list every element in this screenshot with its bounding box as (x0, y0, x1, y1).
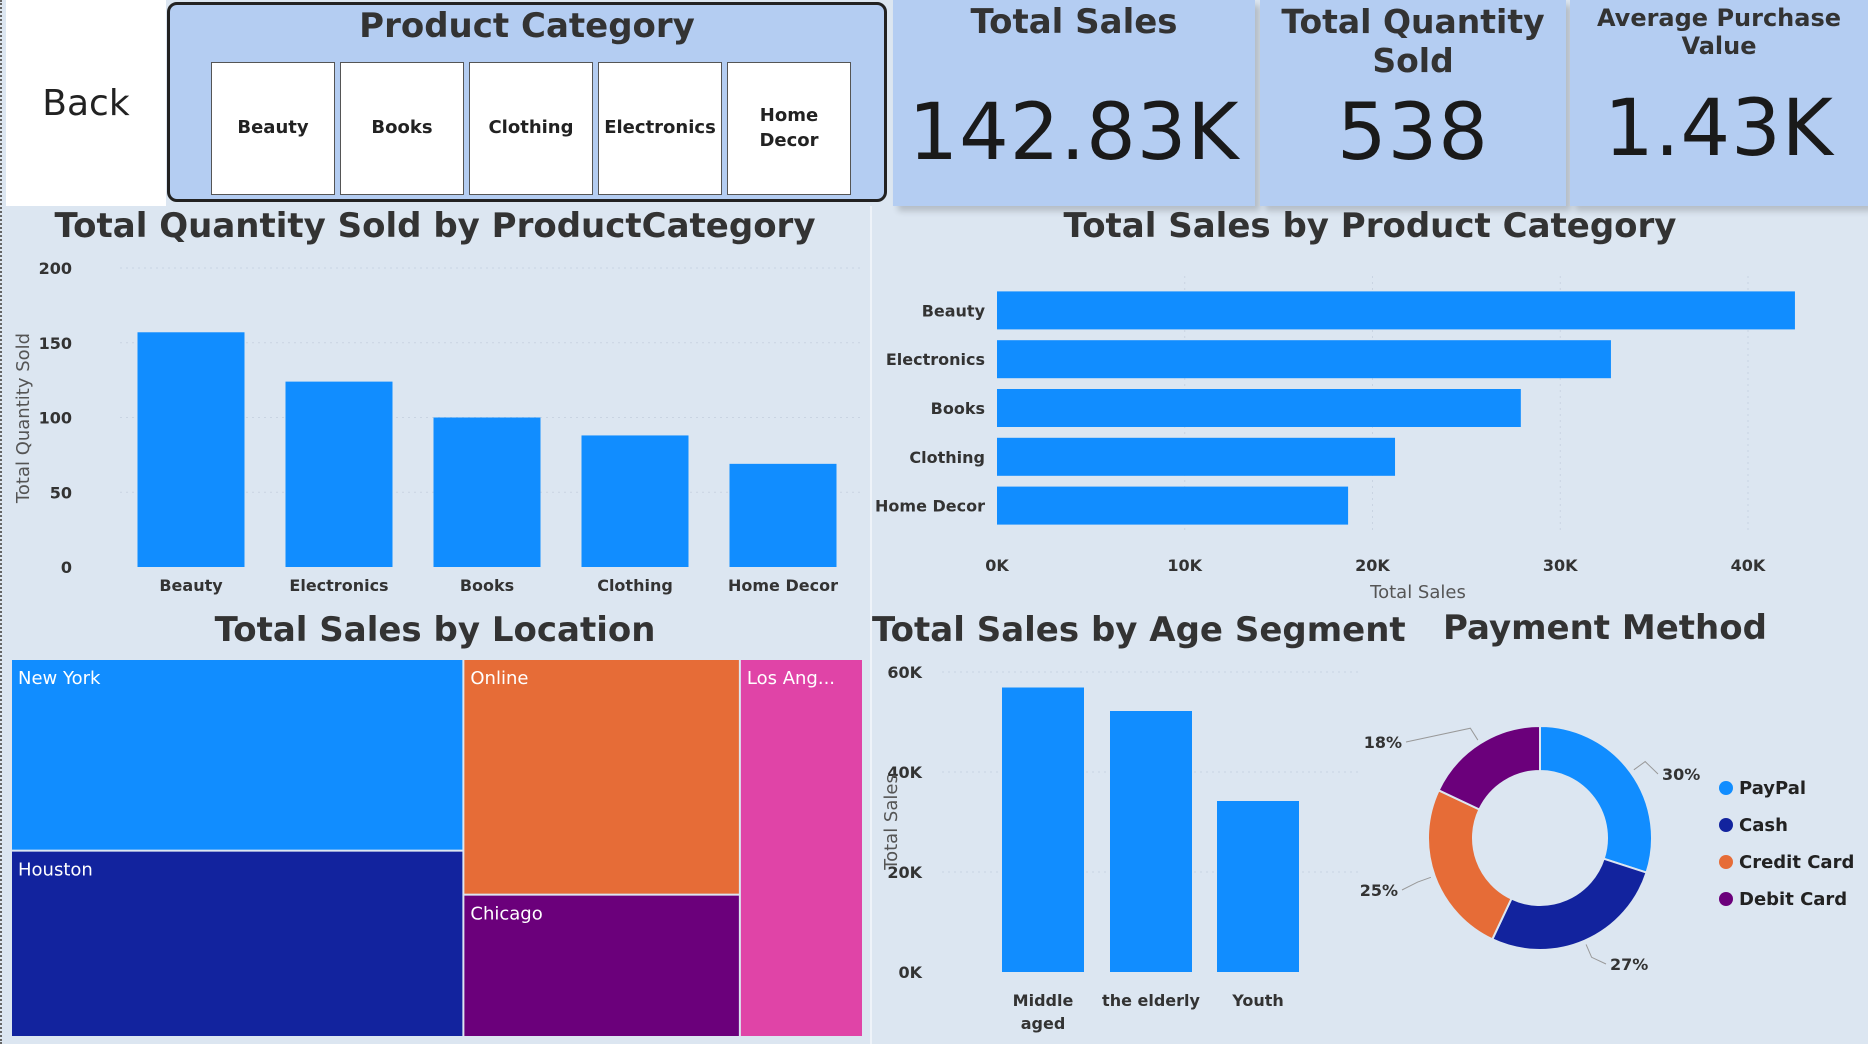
bar (1110, 711, 1192, 972)
y-tick-label: 0K (898, 963, 922, 982)
bar (997, 437, 1396, 476)
chart-title-sales-by-category: Total Sales by Product Category (1063, 206, 1677, 246)
legend-label: Cash (1739, 815, 1788, 836)
kpi-title: Average Purchase Value (1596, 4, 1842, 60)
bar (285, 381, 393, 567)
bar (137, 332, 245, 567)
bar (1002, 687, 1084, 972)
leader-line (1585, 944, 1607, 965)
kpi-title: Total Quantity Sold (1281, 2, 1545, 80)
y-tick-label: 0 (61, 558, 72, 577)
y-tick-label: Clothing (909, 448, 985, 467)
legend-marker (1719, 892, 1733, 906)
kpi-title: Total Sales (970, 2, 1178, 42)
y-tick-label: 60K (887, 663, 922, 682)
leader-line (1401, 876, 1432, 891)
slicer-option-home-decor[interactable]: Home Decor (727, 62, 851, 195)
x-tick-label: 10K (1167, 556, 1202, 575)
slicer-option-clothing[interactable]: Clothing (469, 62, 593, 195)
data-label: 27% (1610, 955, 1648, 974)
sales-category-bar-chart: 0K 10K 20K 30K 40K Beauty Electronics Books Clot… (875, 276, 1795, 603)
y-axis-title: Total Quantity Sold (13, 333, 34, 504)
kpi-value: 142.83K (908, 88, 1240, 178)
data-label: 25% (1360, 881, 1398, 900)
legend-marker (1719, 855, 1733, 869)
kpi-total-sales: Total Sales 142.83K (893, 0, 1255, 206)
donut-slice (1539, 724, 1653, 874)
bar (997, 291, 1795, 330)
x-tick-label: Youth (1231, 991, 1284, 1010)
leader-line (1633, 760, 1659, 775)
slicer-option-beauty[interactable]: Beauty (211, 62, 335, 195)
chart-title-payment-method: Payment Method (1443, 608, 1767, 648)
x-tick-label: Clothing (597, 576, 673, 595)
bar (997, 389, 1521, 427)
kpi-total-quantity-sold: Total Quantity Sold 538 (1260, 0, 1566, 206)
x-tick-label: the elderly (1102, 991, 1200, 1010)
back-button[interactable]: Back (6, 0, 166, 206)
x-tick-label: 0K (985, 556, 1009, 575)
donut-slice (1490, 857, 1648, 951)
x-tick-label: 40K (1731, 556, 1766, 575)
treemap-label: Los Ang... (747, 668, 835, 689)
x-tick-label: 30K (1543, 556, 1578, 575)
quantity-bar-chart: 200 150 100 50 0 Total Quantity Sold Beauty Ele… (13, 259, 860, 595)
y-tick-label: Beauty (922, 301, 986, 320)
bar (1217, 801, 1299, 972)
kpi-value: 538 (1337, 88, 1489, 178)
bar (729, 463, 837, 567)
data-label: 18% (1364, 733, 1402, 752)
slicer-option-electronics[interactable]: Electronics (598, 62, 722, 195)
x-tick-label: 20K (1355, 556, 1390, 575)
x-axis-title: Total Sales (1369, 582, 1466, 603)
y-tick-label: Electronics (886, 350, 985, 369)
treemap-label: Houston (18, 860, 93, 881)
chart-title-quantity-by-category: Total Quantity Sold by ProductCategory (54, 206, 816, 246)
legend-label: Debit Card (1739, 889, 1847, 910)
legend-label: PayPal (1739, 778, 1806, 799)
y-tick-label: 200 (39, 259, 72, 278)
legend-marker (1719, 818, 1733, 832)
x-tick-label: Middle (1013, 991, 1074, 1010)
legend-label: Credit Card (1739, 852, 1854, 873)
x-tick-label: aged (1021, 1014, 1066, 1033)
donut-slice (1427, 788, 1513, 941)
data-label: 30% (1662, 765, 1700, 784)
slicer-title: Product Category (359, 6, 695, 46)
y-tick-label: Home Decor (875, 497, 985, 516)
treemap-tile (740, 660, 862, 1036)
x-tick-label: Books (460, 576, 514, 595)
chart-title-sales-by-location: Total Sales by Location (214, 610, 656, 650)
slicer-option-books[interactable]: Books (340, 62, 464, 195)
y-tick-label: 50 (50, 483, 72, 502)
payment-donut-chart: 30% 27% 25% 18% PayPal Cash Credit Card Debit C… (1360, 724, 1854, 974)
bar (997, 486, 1349, 525)
y-tick-label: 150 (39, 334, 72, 353)
kpi-average-purchase-value: Average Purchase Value 1.43K (1570, 0, 1868, 206)
chart-title-sales-by-age: Total Sales by Age Segment (872, 610, 1406, 650)
bar (581, 435, 689, 567)
bar (997, 340, 1611, 379)
y-tick-label: Books (931, 399, 985, 418)
y-tick-label: 100 (39, 409, 72, 428)
leader-line (1405, 727, 1479, 743)
y-axis-title: Total Sales (881, 774, 902, 871)
treemap-label: New York (18, 668, 101, 689)
treemap-label: Online (470, 668, 528, 689)
treemap-label: Chicago (470, 904, 542, 925)
age-segment-bar-chart: 60K40K20K0KTotal SalesMiddleagedthe elde… (881, 663, 1362, 1033)
x-tick-label: Beauty (159, 576, 223, 595)
x-tick-label: Electronics (289, 576, 388, 595)
location-treemap: New York Houston Online Chicago Los Ang... (12, 660, 862, 1036)
bar (433, 417, 541, 567)
x-tick-label: Home Decor (728, 576, 838, 595)
treemap-tile (464, 660, 739, 894)
kpi-value: 1.43K (1604, 84, 1834, 174)
legend-marker (1719, 781, 1733, 795)
donut-slice (1437, 724, 1541, 811)
